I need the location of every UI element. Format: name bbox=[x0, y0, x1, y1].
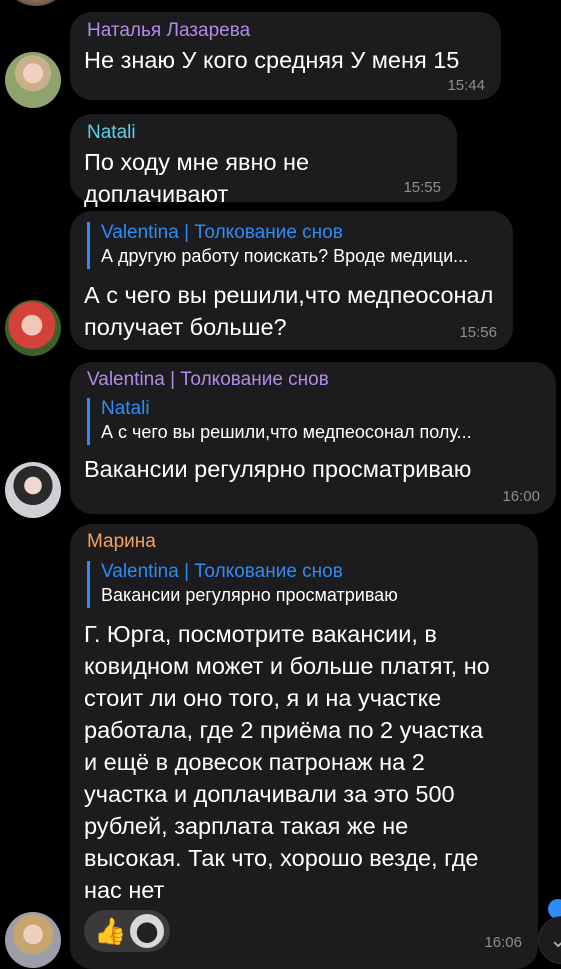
reply-sender: Natali bbox=[101, 398, 150, 419]
sender-name[interactable]: Valentina | Толкование снов bbox=[87, 369, 329, 391]
avatar-valentina-tolkovanie[interactable] bbox=[5, 462, 61, 518]
sender-name[interactable]: Natali bbox=[87, 122, 136, 144]
message-text: Не знаю У кого средняя У меня 15 bbox=[84, 47, 460, 73]
message-text: По ходу мне явно не доплачивают bbox=[84, 149, 310, 207]
sender-name[interactable]: Наталья Лазарева bbox=[87, 20, 250, 42]
message-time: 15:55 bbox=[403, 179, 441, 196]
message-text: Г. Юрга, посмотрите вакансии, в ковидном… bbox=[84, 621, 490, 903]
avatar-valentina[interactable] bbox=[5, 300, 61, 356]
message-text: Вакансии регулярно просматриваю bbox=[84, 456, 472, 482]
reply-preview[interactable]: Valentina | Толкование снов Вакансии рег… bbox=[87, 561, 398, 608]
message-bubble[interactable]: Valentina | Толкование снов Natali А с ч… bbox=[70, 362, 556, 514]
reply-text: А другую работу поискать? Вроде медици..… bbox=[101, 246, 469, 266]
avatar[interactable] bbox=[10, 0, 62, 6]
avatar-natalya-lazareva[interactable] bbox=[5, 52, 61, 108]
message-bubble[interactable]: Марина Valentina | Толкование снов Вакан… bbox=[70, 524, 538, 969]
reactor-avatar bbox=[130, 914, 164, 948]
message-time: 16:00 bbox=[502, 488, 540, 505]
reply-text: Вакансии регулярно просматриваю bbox=[101, 585, 398, 605]
reactions: 👍 bbox=[84, 910, 170, 952]
reply-sender: Valentina | Толкование снов bbox=[101, 222, 343, 243]
sender-name[interactable]: Марина bbox=[87, 531, 156, 553]
message-time: 16:06 bbox=[484, 934, 522, 951]
message-bubble[interactable]: Наталья Лазарева Не знаю У кого средняя … bbox=[70, 12, 501, 100]
message-bubble[interactable]: Valentina | Толкование снов А другую раб… bbox=[70, 211, 513, 350]
reaction-chip[interactable]: 👍 bbox=[84, 910, 170, 952]
chevron-down-icon: ⌄ bbox=[549, 927, 561, 952]
message-time: 15:44 bbox=[447, 77, 485, 94]
reply-text: А с чего вы решили,что медпеосонал полу.… bbox=[101, 422, 472, 442]
reply-preview[interactable]: Valentina | Толкование снов А другую раб… bbox=[87, 222, 468, 269]
reply-sender: Valentina | Толкование снов bbox=[101, 561, 343, 582]
message-time: 15:56 bbox=[459, 324, 497, 341]
reply-preview[interactable]: Natali А с чего вы решили,что медпеосона… bbox=[87, 398, 472, 445]
thumbs-up-icon: 👍 bbox=[94, 916, 127, 946]
message-bubble[interactable]: Natali По ходу мне явно не доплачивают 1… bbox=[70, 114, 457, 207]
scroll-down-button[interactable]: ⌄ bbox=[538, 916, 561, 964]
message-text: А с чего вы решили,что медпеосонал получ… bbox=[84, 282, 494, 340]
